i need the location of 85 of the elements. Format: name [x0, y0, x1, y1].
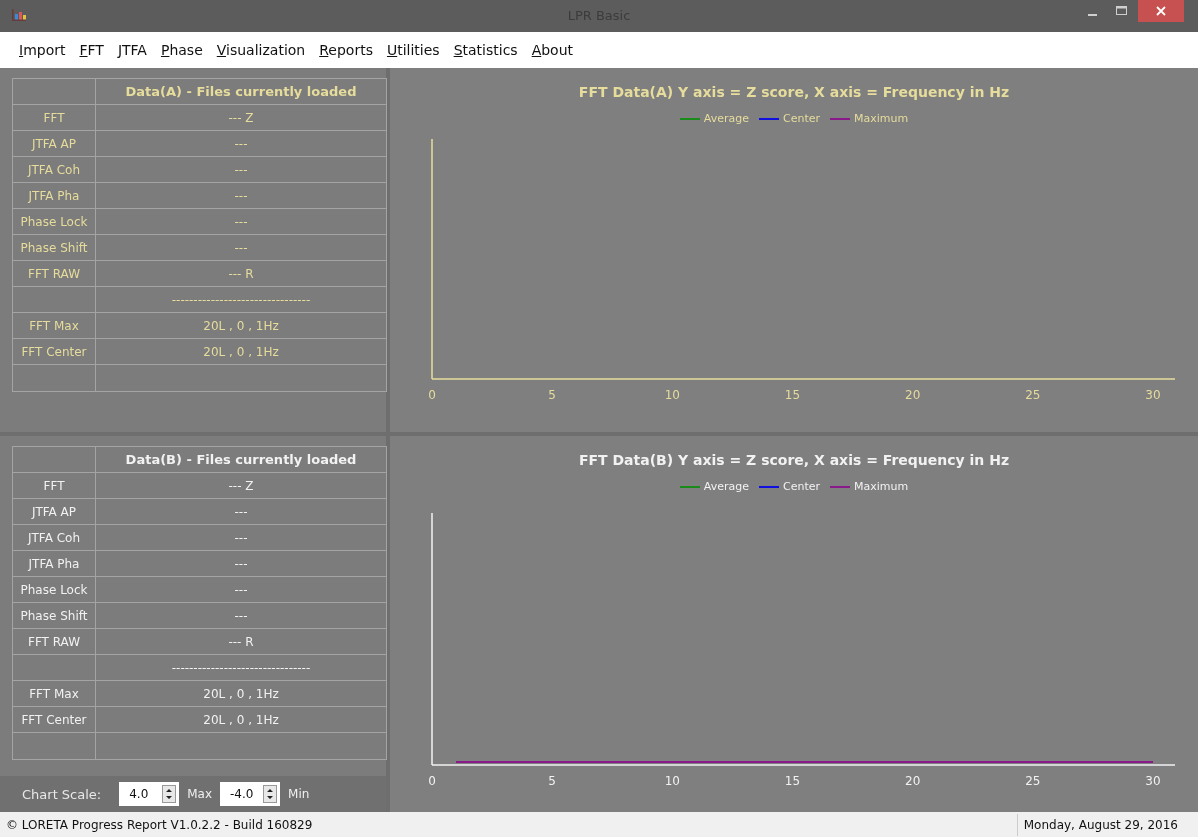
row-label: JTFA AP	[13, 131, 96, 157]
row-value: 20L , 0 , 1Hz	[96, 681, 387, 707]
status-text: © LORETA Progress Report V1.0.2.2 - Build 160829	[5, 817, 313, 832]
spin-arrows-icon[interactable]	[162, 785, 177, 803]
row-label: JTFA Pha	[13, 183, 96, 209]
row-value: ---	[96, 183, 387, 209]
maximize-icon	[1116, 6, 1128, 16]
row-value: --------------------------------	[96, 287, 387, 313]
tick-label: 5	[548, 774, 556, 788]
row-value: --- Z	[96, 473, 387, 499]
row-label: JTFA Pha	[13, 551, 96, 577]
legend-label: Average	[703, 112, 749, 125]
row-label: FFT RAW	[13, 629, 96, 655]
legend-label: Maximum	[854, 480, 909, 493]
menu-item[interactable]: Import	[12, 36, 73, 64]
tick-label: 20	[905, 388, 921, 402]
app-icon	[12, 9, 26, 21]
row-label: FFT	[13, 473, 96, 499]
min-spin-field[interactable]: -4.0	[220, 782, 281, 806]
menu-item[interactable]: FFT	[72, 36, 111, 64]
row-value: ---	[96, 157, 387, 183]
table-header: Data(A) - Files currently loaded	[96, 79, 387, 105]
row-value: ---	[96, 603, 387, 629]
row-label: FFT Max	[13, 313, 96, 339]
tick-label: 30	[1145, 388, 1161, 402]
tick-label: 10	[664, 388, 680, 402]
max-label: Max	[187, 787, 213, 801]
close-button[interactable]	[1138, 0, 1184, 22]
row-label: FFT Center	[13, 339, 96, 365]
row-label: FFT Max	[13, 681, 96, 707]
row-label: JTFA AP	[13, 499, 96, 525]
status-date: Monday, August 29, 2016	[1016, 813, 1184, 836]
tick-label: 20	[905, 774, 921, 788]
spin-arrows-icon[interactable]	[263, 785, 278, 803]
row-value: ---	[96, 131, 387, 157]
row-label: Phase Lock	[13, 209, 96, 235]
menu-item[interactable]: About	[524, 36, 581, 64]
legend-label: Center	[782, 480, 820, 493]
chart-title: FFT Data(B) Y axis = Z score, X axis = Frequency in Hz	[578, 452, 1010, 468]
table-header: Data(B) - Files currently loaded	[96, 447, 387, 473]
min-label: Min	[288, 787, 310, 801]
legend-label: Average	[703, 480, 749, 493]
tick-label: 25	[1025, 774, 1041, 788]
tick-label: 15	[784, 388, 801, 402]
tick-label: 10	[664, 774, 680, 788]
chart-title: FFT Data(A) Y axis = Z score, X axis = Frequency in Hz	[578, 84, 1010, 100]
tick-label: 0	[428, 774, 436, 788]
menu-item[interactable]: Utilities	[379, 36, 447, 64]
tick-label: 25	[1025, 388, 1041, 402]
row-label: FFT	[13, 105, 96, 131]
tick-label: 0	[428, 388, 436, 402]
row-value: --- Z	[96, 105, 387, 131]
menu-item[interactable]: Phase	[153, 36, 210, 64]
row-value: 20L , 0 , 1Hz	[96, 707, 387, 733]
legend-label: Center	[782, 112, 820, 125]
row-label: FFT Center	[13, 707, 96, 733]
max-spin-field[interactable]: 4.0	[119, 782, 180, 806]
menu-item[interactable]: Reports	[312, 36, 380, 64]
chart-scale-label: Chart Scale:	[22, 786, 102, 802]
menu-item[interactable]: Visualization	[209, 36, 313, 64]
row-value: --- R	[96, 629, 387, 655]
row-value: --- R	[96, 261, 387, 287]
tick-label: 5	[548, 388, 556, 402]
row-value: ---	[96, 235, 387, 261]
row-label: FFT RAW	[13, 261, 96, 287]
row-value: --------------------------------	[96, 655, 387, 681]
row-label: Phase Shift	[13, 603, 96, 629]
row-value: ---	[96, 499, 387, 525]
menu-item[interactable]: JTFA	[110, 36, 154, 64]
row-label: Phase Shift	[13, 235, 96, 261]
minimize-icon	[1087, 13, 1097, 16]
tick-label: 30	[1145, 774, 1161, 788]
row-label: JTFA Coh	[13, 525, 96, 551]
menu-item[interactable]: Statistics	[446, 36, 525, 64]
row-value: ---	[96, 551, 387, 577]
row-value: 20L , 0 , 1Hz	[96, 313, 387, 339]
row-label: Phase Lock	[13, 577, 96, 603]
tick-label: 15	[784, 774, 801, 788]
legend-label: Maximum	[854, 112, 909, 125]
row-value: ---	[96, 209, 387, 235]
row-value: ---	[96, 525, 387, 551]
row-value: 20L , 0 , 1Hz	[96, 339, 387, 365]
close-icon	[1156, 6, 1166, 16]
row-value: ---	[96, 577, 387, 603]
row-label: JTFA Coh	[13, 157, 96, 183]
